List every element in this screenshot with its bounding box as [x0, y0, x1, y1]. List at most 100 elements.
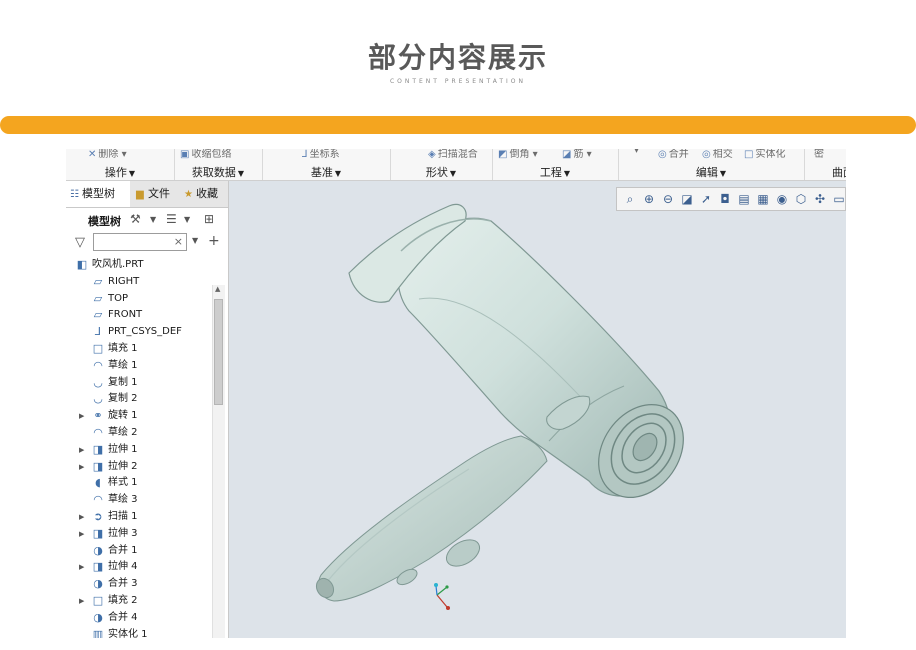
expand-arrow-icon[interactable]: ▶ [79, 559, 84, 576]
tree-item[interactable]: ◡ 复制 2 [66, 391, 212, 408]
ribbon-group-label[interactable]: 曲面 [832, 164, 846, 180]
chevron-down-icon: ▼ [449, 169, 457, 178]
extrude-icon: ◨ [92, 459, 104, 473]
tab-favorites[interactable]: ★ 收藏 [180, 181, 232, 207]
tree-item[interactable]: ▱ FRONT [66, 307, 212, 324]
solidify-command[interactable]: □ 实体化 [744, 149, 785, 160]
tree-item-root[interactable]: ◧ 吹风机.PRT [66, 257, 212, 274]
tree-item[interactable]: ▶ ◨ 拉伸 1 [66, 442, 212, 459]
intersect-command[interactable]: ◎ 相交 [702, 149, 733, 160]
scroll-up-icon[interactable]: ▲ [215, 285, 220, 293]
swept-blend-icon: ◈ [428, 149, 436, 160]
ribbon-group-datum[interactable]: ⅃ 坐标系 基准 ▼ [262, 149, 391, 180]
tree-item[interactable]: ◑ 合并 4 [66, 610, 212, 627]
tree-item[interactable]: ▶ ⚭ 旋转 1 [66, 408, 212, 425]
solidify-icon: □ [744, 149, 754, 160]
scroll-thumb[interactable] [214, 299, 223, 405]
tree-item-label: TOP [108, 292, 129, 304]
ribbon-group-engineering[interactable]: ◩ 倒角 ▾ ◪ 筋 ▾ 工程 ▼ [492, 149, 619, 180]
expand-arrow-icon[interactable]: ▶ [79, 442, 84, 459]
revolve-icon: ⚭ [93, 409, 103, 423]
csys-command[interactable]: ⅃ 坐标系 [302, 149, 340, 160]
tree-item[interactable]: ◡ 复制 1 [66, 375, 212, 392]
ribbon-group-get-data[interactable]: ▣ 收缩包络 获取数据 ▼ [174, 149, 263, 180]
ribbon-group-label[interactable]: 形状 ▼ [390, 164, 492, 180]
show-icon[interactable]: ☰ [166, 212, 177, 226]
search-input[interactable]: × [93, 233, 187, 251]
close-icon[interactable]: × [174, 235, 183, 248]
chevron-down-icon: ▼ [128, 169, 136, 178]
ribbon-group-label[interactable]: 操作 ▼ [66, 164, 174, 180]
expand-arrow-icon[interactable]: ▶ [79, 526, 84, 543]
ribbon-group-label[interactable]: 工程 ▼ [492, 164, 618, 180]
chevron-down-icon: ▼ [237, 169, 245, 178]
tree-filter-icon[interactable]: ⊞ [204, 212, 214, 226]
tree-item[interactable]: ◠ 草绘 2 [66, 425, 212, 442]
ribbon-group-label[interactable]: 编辑 ▼ [618, 164, 804, 180]
fill-icon: □ [92, 341, 104, 355]
copy-icon: ◡ [93, 375, 103, 389]
merge-icon: ◑ [93, 577, 103, 591]
rib-command[interactable]: ◪ 筋 ▾ [562, 149, 592, 160]
tree-item[interactable]: ◠ 草绘 3 [66, 492, 212, 509]
copy-icon: ◡ [93, 392, 103, 406]
tree-item[interactable]: ▱ RIGHT [66, 274, 212, 291]
tree-item-label: 草绘 1 [108, 359, 138, 371]
tab-model-tree[interactable]: ☷ 模型树 [66, 181, 130, 207]
page-title: 部分内容展示 [367, 41, 548, 74]
ribbon-group-editing[interactable]: ▾ ◎ 合并 ◎ 相交 □ 实体化 编辑 ▼ [618, 149, 805, 180]
sketch-icon: ◠ [93, 425, 103, 439]
datum-plane-icon: ▱ [93, 308, 103, 322]
surface-command[interactable]: 密 [814, 149, 824, 160]
ribbon-group-operations[interactable]: ✕ 删除 ▾ 操作 ▼ [66, 149, 175, 180]
chevron-down-icon[interactable]: ▼ [192, 236, 198, 245]
tree-scrollbar[interactable]: ▲ [212, 285, 225, 638]
expand-arrow-icon[interactable]: ▶ [79, 408, 84, 425]
tree-item[interactable]: ▶ ➲ 扫描 1 [66, 509, 212, 526]
extrude-icon: ◨ [92, 526, 104, 540]
tree-item[interactable]: ◠ 草绘 1 [66, 358, 212, 375]
tree-item[interactable]: ▱ TOP [66, 291, 212, 308]
tree-item[interactable]: ▥ 实体化 1 [66, 627, 212, 638]
filter-icon[interactable]: ▽ [75, 235, 85, 250]
ribbon-group-surfaces[interactable]: 密 曲面 [804, 149, 846, 180]
hair-dryer-model[interactable] [229, 181, 846, 638]
tree-item[interactable]: ◑ 合并 3 [66, 576, 212, 593]
tab-folder-browser[interactable]: ▆ 文件 [132, 181, 182, 207]
settings-icon[interactable]: ⚒ [130, 212, 141, 226]
edit-dropdown[interactable]: ▾ [634, 149, 639, 156]
swept-blend-command[interactable]: ◈ 扫描混合 [428, 149, 478, 160]
tree-item-label: 填充 1 [108, 342, 138, 354]
expand-arrow-icon[interactable]: ▶ [79, 593, 84, 610]
ribbon-group-label[interactable]: 基准 ▼ [262, 164, 390, 180]
shrinkwrap-command[interactable]: ▣ 收缩包络 [180, 149, 231, 160]
tree-item[interactable]: ▶ ◨ 拉伸 4 [66, 559, 212, 576]
graphics-viewport[interactable]: ⌕ ⊕ ⊖ ◪ ➚ ◘ ▤ ▦ ◉ ⬡ ✣ ▭ [229, 181, 846, 638]
merge-command[interactable]: ◎ 合并 [658, 149, 689, 160]
tree-item[interactable]: ▶ ◨ 拉伸 2 [66, 459, 212, 476]
tree-item[interactable]: ⅃ PRT_CSYS_DEF [66, 324, 212, 341]
tree-item-label: 合并 4 [108, 611, 138, 623]
tree-item-label: FRONT [108, 309, 143, 321]
ribbon-group-label[interactable]: 获取数据 ▼ [174, 164, 262, 180]
chamfer-command[interactable]: ◩ 倒角 ▾ [498, 149, 538, 160]
folder-icon: ▆ [136, 189, 144, 200]
tree-item[interactable]: □ 填充 1 [66, 341, 212, 358]
tree-toolbar: 模型树 ⚒ ▼ ☰ ▼ ⊞ [66, 209, 228, 231]
fill-icon: □ [92, 593, 104, 607]
chevron-down-icon: ▼ [334, 169, 342, 178]
chevron-down-icon[interactable]: ▼ [150, 215, 156, 224]
delete-command[interactable]: ✕ 删除 ▾ [88, 149, 127, 160]
tree-item[interactable]: ◑ 合并 1 [66, 543, 212, 560]
extrude-icon: ◨ [92, 442, 104, 456]
tree-item-label: 草绘 3 [108, 494, 138, 506]
add-icon[interactable]: + [208, 233, 220, 249]
tree-item[interactable]: ▶ □ 填充 2 [66, 593, 212, 610]
ribbon-group-shapes[interactable]: ◈ 扫描混合 形状 ▼ [390, 149, 493, 180]
expand-arrow-icon[interactable]: ▶ [79, 509, 84, 526]
navigator-panel: ☷ 模型树 ▆ 文件 ★ 收藏 模型树 ⚒ ▼ ☰ ▼ ⊞ ▽ × ▼ + ◧ 吹风机… [66, 181, 229, 638]
tree-item[interactable]: ▶ ◨ 拉伸 3 [66, 526, 212, 543]
expand-arrow-icon[interactable]: ▶ [79, 459, 84, 476]
chevron-down-icon[interactable]: ▼ [184, 215, 190, 224]
tree-item[interactable]: ◖ 样式 1 [66, 475, 212, 492]
